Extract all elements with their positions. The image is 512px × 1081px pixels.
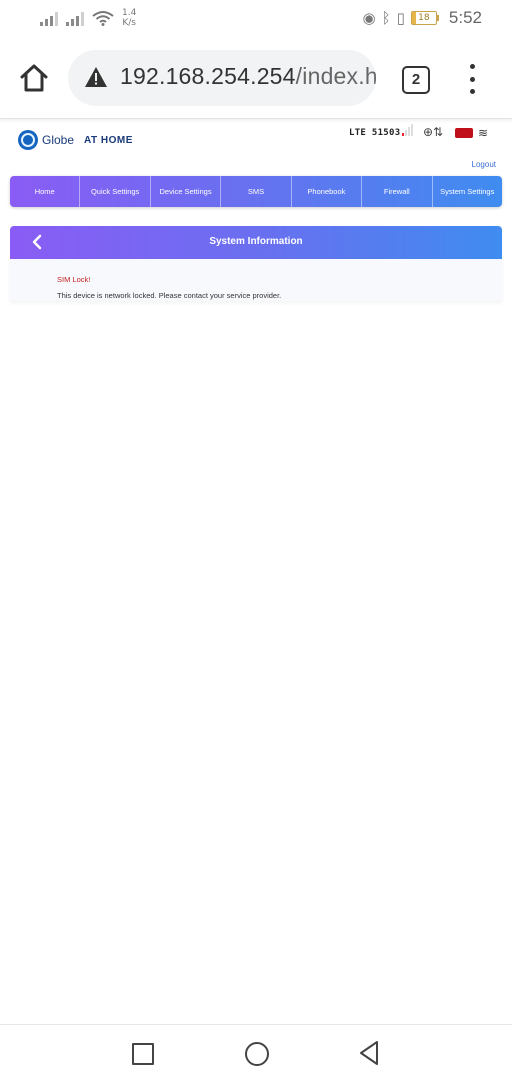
nav-device-settings[interactable]: Device Settings xyxy=(151,176,222,207)
clock: 5:52 xyxy=(448,8,482,27)
battery-icon: 18 xyxy=(410,11,439,25)
nav-home[interactable]: Home xyxy=(10,176,81,207)
url-host: 192.168.254.254 xyxy=(120,63,296,89)
url-path: /index.h xyxy=(295,63,376,89)
signal-strength-icon-2 xyxy=(66,10,84,26)
address-bar[interactable]: 192.168.254.254/index.h xyxy=(68,50,376,106)
nav-phonebook[interactable]: Phonebook xyxy=(292,176,363,207)
tab-switcher-button[interactable]: 2 xyxy=(402,66,430,94)
bluetooth-icon: ᛒ xyxy=(381,9,391,27)
network-status: LTE 51503 xyxy=(349,128,401,138)
main-nav: Home Quick Settings Device Settings SMS … xyxy=(10,176,502,207)
warning-icon[interactable] xyxy=(84,66,108,88)
globe-logo: Globe AT HOME xyxy=(18,130,133,150)
system-info-panel: SIM Lock! This device is network locked.… xyxy=(10,259,502,301)
page-title: System Information xyxy=(209,236,303,247)
eye-comfort-icon: ◉ xyxy=(362,9,376,27)
internet-status-icon: ⊕⇅ xyxy=(423,125,444,139)
router-signal-icon xyxy=(402,124,413,136)
battery-level: 18 xyxy=(410,11,437,25)
speed-unit: K/s xyxy=(122,18,136,28)
overflow-menu-icon[interactable] xyxy=(466,64,478,94)
status-bar-left: 1.4 K/s xyxy=(40,8,136,28)
nav-sms[interactable]: SMS xyxy=(221,176,292,207)
vibrate-icon: ▯ xyxy=(396,9,405,27)
home-circle-icon[interactable] xyxy=(245,1042,269,1066)
home-icon[interactable] xyxy=(16,60,52,96)
browser-toolbar: 192.168.254.254/index.h 2 xyxy=(0,38,512,119)
sim-lock-message: This device is network locked. Please co… xyxy=(57,291,282,300)
network-speed: 1.4 K/s xyxy=(122,8,136,28)
status-bar: 1.4 K/s ◉ ᛒ ▯ 18 5:52 xyxy=(0,0,512,38)
globe-logo-icon xyxy=(18,130,38,150)
system-nav-bar xyxy=(0,1024,512,1081)
logo-text-globe: Globe xyxy=(42,133,75,147)
logo-text-at-home: AT HOME xyxy=(84,134,133,146)
sim-lock-title: SIM Lock! xyxy=(57,275,91,284)
status-bar-right: ◉ ᛒ ▯ 18 5:52 xyxy=(363,8,482,28)
nav-quick-settings[interactable]: Quick Settings xyxy=(80,176,151,207)
speed-value: 1.4 xyxy=(122,8,137,18)
wifi-icon xyxy=(92,11,114,26)
url-text[interactable]: 192.168.254.254/index.h xyxy=(120,63,376,90)
recent-apps-icon[interactable] xyxy=(132,1043,154,1065)
back-icon[interactable] xyxy=(358,1040,380,1066)
sim-status-icon xyxy=(455,128,473,138)
section-header: System Information xyxy=(10,226,502,259)
nav-system-settings[interactable]: System Settings xyxy=(433,176,502,207)
logout-link[interactable]: Logout xyxy=(472,160,496,169)
signal-strength-icon-1 xyxy=(40,10,58,26)
router-wifi-icon: ≋ xyxy=(478,126,489,140)
nav-firewall[interactable]: Firewall xyxy=(362,176,433,207)
